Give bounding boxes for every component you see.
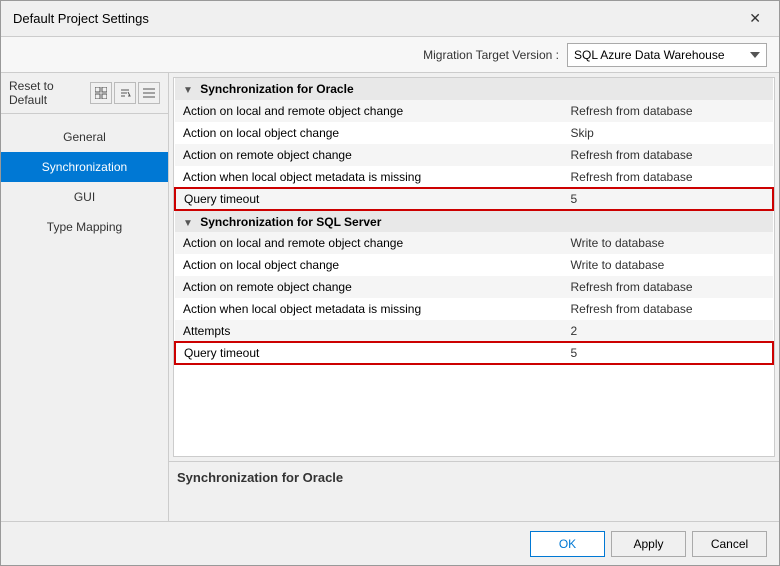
grid-view-icon-button[interactable] (90, 82, 112, 104)
setting-value: Refresh from database (562, 298, 773, 320)
oracle-query-timeout-label: Query timeout (175, 188, 562, 210)
nav-item-gui[interactable]: GUI (1, 182, 168, 212)
close-button[interactable]: ✕ (743, 8, 767, 29)
setting-value: Refresh from database (562, 276, 773, 298)
left-panel: Reset to Default (1, 73, 169, 521)
ok-button[interactable]: OK (530, 531, 605, 557)
migration-bar: Migration Target Version : SQL Azure Dat… (1, 37, 779, 73)
bottom-section: Synchronization for Oracle (169, 461, 779, 521)
oracle-section-header: ▼ Synchronization for Oracle (175, 78, 773, 100)
setting-name: Action when local object metadata is mis… (175, 298, 562, 320)
setting-value: Write to database (562, 232, 773, 254)
title-bar: Default Project Settings ✕ (1, 1, 779, 37)
setting-name: Action when local object metadata is mis… (175, 166, 562, 188)
migration-target-select[interactable]: SQL Azure Data Warehouse SQL Server 2016… (567, 43, 767, 67)
list-icon (143, 87, 155, 99)
nav-items: General Synchronization GUI Type Mapping (1, 114, 168, 521)
sort-icon-button[interactable] (114, 82, 136, 104)
setting-value: Refresh from database (562, 100, 773, 122)
setting-value: Refresh from database (562, 166, 773, 188)
bottom-section-title: Synchronization for Oracle (177, 470, 771, 489)
sqlserver-query-timeout-value: 5 (562, 342, 773, 364)
table-row: Action on remote object change Refresh f… (175, 276, 773, 298)
grid-icon (95, 87, 107, 99)
cancel-button[interactable]: Cancel (692, 531, 767, 557)
sqlserver-section-header: ▼ Synchronization for SQL Server (175, 210, 773, 232)
setting-value: Refresh from database (562, 144, 773, 166)
setting-name: Action on remote object change (175, 144, 562, 166)
setting-name: Action on local and remote object change (175, 232, 562, 254)
table-row: Action on local object change Skip (175, 122, 773, 144)
reset-to-default-button[interactable]: Reset to Default (9, 79, 84, 107)
apply-button[interactable]: Apply (611, 531, 686, 557)
sqlserver-section-title: Synchronization for SQL Server (200, 215, 381, 229)
setting-name: Attempts (175, 320, 562, 342)
toolbar-icons (90, 82, 160, 104)
table-row: Attempts 2 (175, 320, 773, 342)
main-dialog: Default Project Settings ✕ Migration Tar… (0, 0, 780, 566)
dialog-footer: OK Apply Cancel (1, 521, 779, 565)
table-row: Action on local and remote object change… (175, 232, 773, 254)
dialog-title: Default Project Settings (13, 11, 149, 26)
nav-item-general[interactable]: General (1, 122, 168, 152)
migration-label: Migration Target Version : (423, 48, 559, 62)
sort-icon (119, 87, 131, 99)
oracle-section-title: Synchronization for Oracle (200, 82, 353, 96)
collapse-arrow-oracle: ▼ (183, 85, 193, 96)
table-row: Action on local object change Write to d… (175, 254, 773, 276)
table-row: Action when local object metadata is mis… (175, 298, 773, 320)
sqlserver-query-timeout-label: Query timeout (175, 342, 562, 364)
setting-name: Action on local object change (175, 122, 562, 144)
list-icon-button[interactable] (138, 82, 160, 104)
main-content: Reset to Default (1, 73, 779, 521)
nav-item-type-mapping[interactable]: Type Mapping (1, 212, 168, 242)
sqlserver-query-timeout-row[interactable]: Query timeout 5 (175, 342, 773, 364)
nav-item-synchronization[interactable]: Synchronization (1, 152, 168, 182)
table-row: Action on remote object change Refresh f… (175, 144, 773, 166)
oracle-query-timeout-row[interactable]: Query timeout 5 (175, 188, 773, 210)
setting-name: Action on local and remote object change (175, 100, 562, 122)
table-row: Action on local and remote object change… (175, 100, 773, 122)
oracle-query-timeout-value: 5 (562, 188, 773, 210)
collapse-arrow-sqlserver: ▼ (183, 218, 193, 229)
settings-area: ▼ Synchronization for Oracle Action on l… (173, 77, 775, 457)
setting-value: Skip (562, 122, 773, 144)
table-row: Action when local object metadata is mis… (175, 166, 773, 188)
right-panel: ▼ Synchronization for Oracle Action on l… (169, 73, 779, 521)
setting-name: Action on local object change (175, 254, 562, 276)
setting-name: Action on remote object change (175, 276, 562, 298)
setting-value: 2 (562, 320, 773, 342)
reset-section: Reset to Default (1, 73, 168, 114)
settings-table: ▼ Synchronization for Oracle Action on l… (174, 78, 774, 365)
setting-value: Write to database (562, 254, 773, 276)
